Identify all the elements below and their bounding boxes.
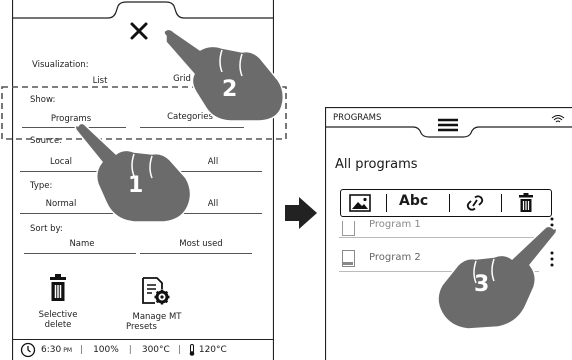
sort-option-most-used[interactable]: Most used	[156, 239, 246, 249]
type-label: Type:	[30, 181, 53, 191]
clock-icon	[20, 342, 36, 358]
menu-icon[interactable]	[437, 118, 459, 132]
delete-icon[interactable]	[518, 193, 534, 213]
image-icon[interactable]	[349, 194, 371, 212]
hand-pointer-1: 1	[74, 122, 192, 223]
callout-number-2: 2	[222, 77, 237, 102]
status-bar: 6:30 PM | 100% | 300°C | 120°C	[12, 340, 274, 360]
sort-option-name[interactable]: Name	[42, 239, 122, 249]
programs-header-title: PROGRAMS	[333, 113, 382, 123]
status-time: 6:30	[41, 345, 62, 355]
trash-icon	[50, 274, 66, 301]
sort-name-underline	[24, 253, 136, 254]
program-name: Program 2	[369, 252, 421, 263]
close-button[interactable]	[128, 20, 150, 46]
callout-number-1: 1	[128, 173, 143, 198]
selective-delete-label-line1: Selective	[38, 310, 78, 320]
sort-most-used-underline	[140, 253, 252, 254]
selective-delete-button[interactable]: Selective delete	[28, 274, 88, 334]
status-temp2: 120°C	[198, 345, 227, 355]
transition-arrow	[285, 197, 317, 229]
callout-number-3: 3	[474, 272, 489, 297]
document-gear-icon	[142, 277, 170, 305]
wifi-icon	[551, 115, 565, 123]
manage-mt-presets-button[interactable]: Manage MT Presets	[120, 276, 194, 336]
thermometer-icon	[189, 344, 195, 356]
link-icon[interactable]	[465, 194, 485, 212]
sort-by-label: Sort by:	[30, 224, 63, 234]
program-name: Program 1	[369, 219, 421, 230]
hand-pointer-2: 2	[163, 28, 285, 122]
program-toolbar: Abc	[340, 189, 552, 217]
status-time-suffix: PM	[63, 346, 73, 354]
program-thumbnail-icon	[342, 221, 355, 236]
text-button[interactable]: Abc	[399, 193, 428, 209]
manage-mt-label-line1: Manage MT	[132, 312, 182, 322]
visualization-label: Visualization:	[32, 60, 89, 70]
programs-title: All programs	[335, 157, 418, 172]
status-power: 100%	[93, 345, 119, 355]
close-icon	[130, 22, 148, 40]
manage-mt-label-line2: Presets	[126, 322, 157, 332]
selective-delete-label-line2: delete	[44, 320, 72, 330]
hand-pointer-3: 3	[437, 225, 558, 330]
status-temp1: 300°C	[141, 345, 170, 355]
